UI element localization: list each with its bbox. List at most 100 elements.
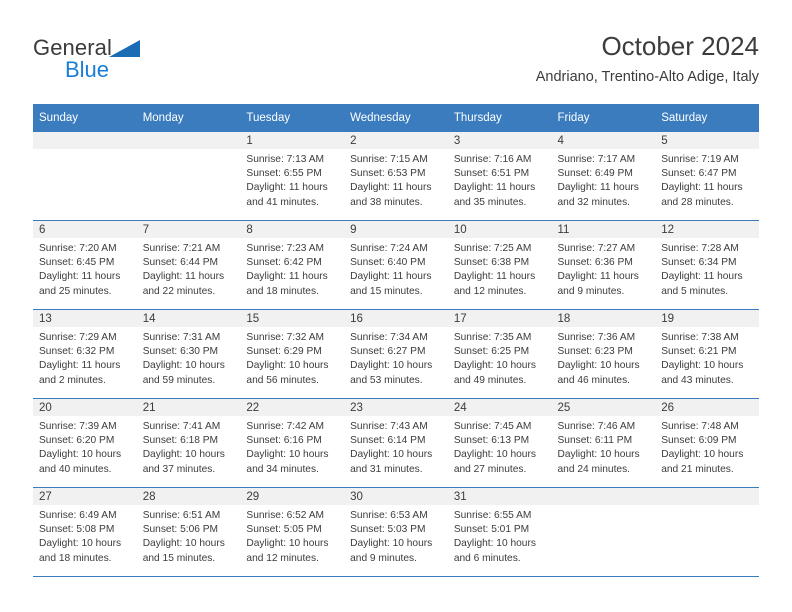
- calendar-day-cell[interactable]: 8 Sunrise: 7:23 AM Sunset: 6:42 PM Daylight…: [240, 220, 345, 310]
- daylight-text-line1: Daylight: 10 hours: [39, 449, 122, 461]
- calendar-day-cell[interactable]: 30 Sunrise: 6:53 AM Sunset: 5:03 PM Dayligh…: [344, 487, 448, 577]
- sunrise-text: Sunrise: 6:55 AM: [453, 510, 532, 521]
- day-cell-details: Sunrise: 7:25 AM Sunset: 6:38 PM Daylight:…: [448, 238, 552, 299]
- daylight-text-line1: Daylight: 11 hours: [350, 182, 432, 194]
- day-cell-inner: 26 Sunrise: 7:48 AM Sunset: 6:09 PM Dayligh…: [655, 399, 759, 487]
- sunrise-text: Sunrise: 7:48 AM: [661, 421, 739, 432]
- calendar-day-cell[interactable]: 18 Sunrise: 7:36 AM Sunset: 6:23 PM Dayligh…: [551, 309, 656, 399]
- calendar-day-cell[interactable]: 2 Sunrise: 7:15 AM Sunset: 6:53 PM Daylight…: [344, 132, 448, 221]
- day-cell-inner: 4 Sunrise: 7:17 AM Sunset: 6:49 PM Daylight…: [551, 132, 656, 220]
- calendar-day-cell[interactable]: 31 Sunrise: 6:55 AM Sunset: 5:01 PM Dayligh…: [447, 487, 552, 577]
- brand-logo[interactable]: General Blue: [33, 35, 213, 93]
- calendar-day-cell[interactable]: 24 Sunrise: 7:45 AM Sunset: 6:13 PM Dayligh…: [447, 398, 552, 488]
- calendar-day-cell[interactable]: 29 Sunrise: 6:52 AM Sunset: 5:05 PM Dayligh…: [240, 487, 345, 577]
- calendar-cell-empty: [33, 132, 137, 221]
- sunset-text: Sunset: 6:09 PM: [661, 435, 737, 447]
- page-header: General Blue October 2024 Andriano, Tren…: [33, 30, 759, 98]
- calendar-day-cell[interactable]: 28 Sunrise: 6:51 AM Sunset: 5:06 PM Dayligh…: [136, 487, 241, 577]
- daylight-text-line1: Daylight: 10 hours: [350, 360, 433, 372]
- daylight-text-line1: Daylight: 11 hours: [453, 271, 536, 283]
- calendar-day-cell[interactable]: 26 Sunrise: 7:48 AM Sunset: 6:09 PM Dayligh…: [655, 398, 759, 488]
- day-cell-inner: 25 Sunrise: 7:46 AM Sunset: 6:11 PM Dayligh…: [551, 399, 656, 487]
- daylight-text-line2: and 40 minutes.: [39, 463, 112, 475]
- sunrise-text: Sunrise: 7:29 AM: [39, 332, 117, 343]
- calendar-day-cell[interactable]: 6 Sunrise: 7:20 AM Sunset: 6:45 PM Daylight…: [33, 220, 137, 310]
- calendar-day-cell[interactable]: 3 Sunrise: 7:16 AM Sunset: 6:51 PM Daylight…: [447, 132, 552, 221]
- calendar-day-cell[interactable]: 20 Sunrise: 7:39 AM Sunset: 6:20 PM Dayligh…: [33, 398, 137, 488]
- day-number: 14: [136, 310, 241, 327]
- day-cell-inner: 13 Sunrise: 7:29 AM Sunset: 6:32 PM Dayligh…: [33, 310, 137, 398]
- calendar-day-cell[interactable]: 14 Sunrise: 7:31 AM Sunset: 6:30 PM Dayligh…: [136, 309, 241, 399]
- day-cell-details: Sunrise: 6:49 AM Sunset: 5:08 PM Daylight:…: [33, 505, 137, 566]
- sunset-text: Sunset: 6:21 PM: [661, 346, 737, 358]
- daylight-text-line2: and 6 minutes.: [453, 552, 521, 564]
- sunset-text: Sunset: 5:05 PM: [246, 524, 322, 536]
- calendar-day-cell[interactable]: 4 Sunrise: 7:17 AM Sunset: 6:49 PM Daylight…: [551, 132, 656, 221]
- day-number: 30: [344, 488, 448, 505]
- calendar-day-cell[interactable]: 27 Sunrise: 6:49 AM Sunset: 5:08 PM Dayligh…: [33, 487, 137, 577]
- day-cell-details: Sunrise: 7:45 AM Sunset: 6:13 PM Daylight:…: [448, 416, 552, 477]
- daylight-text-line1: Daylight: 11 hours: [246, 271, 328, 283]
- page-subtitle: Andriano, Trentino-Alto Adige, Italy: [535, 69, 759, 85]
- daylight-text-line1: Daylight: 10 hours: [142, 449, 225, 461]
- day-cell-details: Sunrise: 7:13 AM Sunset: 6:55 PM Daylight:…: [240, 149, 344, 210]
- day-cell-inner: [551, 488, 656, 576]
- day-cell-details: Sunrise: 6:53 AM Sunset: 5:03 PM Daylight:…: [344, 505, 448, 566]
- day-cell-inner: 19 Sunrise: 7:38 AM Sunset: 6:21 PM Dayligh…: [655, 310, 759, 398]
- day-number: [136, 132, 241, 149]
- day-cell-details: Sunrise: 7:29 AM Sunset: 6:32 PM Daylight:…: [33, 327, 137, 388]
- brand-name-blue: Blue: [65, 57, 110, 82]
- day-cell-inner: 23 Sunrise: 7:43 AM Sunset: 6:14 PM Dayligh…: [344, 399, 448, 487]
- day-cell-inner: 24 Sunrise: 7:45 AM Sunset: 6:13 PM Dayligh…: [447, 399, 552, 487]
- sunset-text: Sunset: 5:08 PM: [39, 524, 115, 536]
- day-number: 27: [33, 488, 137, 505]
- calendar-day-cell[interactable]: 21 Sunrise: 7:41 AM Sunset: 6:18 PM Dayligh…: [136, 398, 241, 488]
- day-number: 17: [447, 310, 552, 327]
- calendar-day-cell[interactable]: 22 Sunrise: 7:42 AM Sunset: 6:16 PM Dayligh…: [240, 398, 345, 488]
- calendar-day-cell[interactable]: 25 Sunrise: 7:46 AM Sunset: 6:11 PM Dayligh…: [551, 398, 656, 488]
- sunset-text: Sunset: 6:18 PM: [142, 435, 219, 447]
- day-cell-details: Sunrise: 7:32 AM Sunset: 6:29 PM Daylight:…: [240, 327, 344, 388]
- day-number: 25: [551, 399, 656, 416]
- daylight-text-line2: and 24 minutes.: [557, 463, 631, 475]
- sunset-text: Sunset: 6:42 PM: [246, 257, 322, 269]
- day-cell-details: Sunrise: 6:52 AM Sunset: 5:05 PM Daylight:…: [240, 505, 344, 566]
- sunrise-text: Sunrise: 7:32 AM: [246, 332, 324, 343]
- calendar-day-cell[interactable]: 10 Sunrise: 7:25 AM Sunset: 6:38 PM Dayligh…: [447, 220, 552, 310]
- calendar-day-cell[interactable]: 7 Sunrise: 7:21 AM Sunset: 6:44 PM Daylight…: [136, 220, 241, 310]
- sunset-text: Sunset: 6:13 PM: [453, 435, 530, 447]
- daylight-text-line2: and 9 minutes.: [557, 285, 625, 297]
- day-number: 8: [240, 221, 345, 238]
- calendar-day-cell[interactable]: 16 Sunrise: 7:34 AM Sunset: 6:27 PM Dayligh…: [344, 309, 448, 399]
- calendar-day-cell[interactable]: 12 Sunrise: 7:28 AM Sunset: 6:34 PM Dayligh…: [655, 220, 759, 310]
- calendar-day-cell[interactable]: 23 Sunrise: 7:43 AM Sunset: 6:14 PM Dayligh…: [344, 398, 448, 488]
- sunrise-text: Sunrise: 7:46 AM: [557, 421, 636, 432]
- daylight-text-line1: Daylight: 10 hours: [453, 360, 536, 372]
- calendar-day-cell[interactable]: 9 Sunrise: 7:24 AM Sunset: 6:40 PM Daylight…: [344, 220, 448, 310]
- day-number: 5: [655, 132, 759, 149]
- page-title: October 2024: [601, 31, 759, 61]
- daylight-text-line2: and 12 minutes.: [246, 552, 319, 564]
- day-cell-inner: [136, 132, 241, 220]
- day-cell-details: Sunrise: 6:55 AM Sunset: 5:01 PM Daylight:…: [448, 505, 552, 566]
- daylight-text-line2: and 2 minutes.: [39, 374, 106, 386]
- daylight-text-line2: and 5 minutes.: [661, 285, 729, 297]
- daylight-text-line1: Daylight: 11 hours: [661, 182, 743, 194]
- sunset-text: Sunset: 5:01 PM: [453, 524, 530, 536]
- calendar-day-cell[interactable]: 19 Sunrise: 7:38 AM Sunset: 6:21 PM Dayligh…: [655, 309, 759, 399]
- daylight-text-line1: Daylight: 10 hours: [557, 449, 640, 461]
- weekday-header-friday: Friday: [551, 104, 656, 132]
- day-number: 24: [447, 399, 552, 416]
- sunrise-text: Sunrise: 7:23 AM: [246, 243, 324, 254]
- calendar-day-cell[interactable]: 17 Sunrise: 7:35 AM Sunset: 6:25 PM Dayligh…: [447, 309, 552, 399]
- calendar-day-cell[interactable]: 1 Sunrise: 7:13 AM Sunset: 6:55 PM Daylight…: [240, 132, 345, 221]
- calendar-week-row: 27 Sunrise: 6:49 AM Sunset: 5:08 PM Dayligh…: [33, 487, 759, 577]
- day-cell-inner: 5 Sunrise: 7:19 AM Sunset: 6:47 PM Daylight…: [655, 132, 759, 220]
- calendar-day-cell[interactable]: 13 Sunrise: 7:29 AM Sunset: 6:32 PM Dayligh…: [33, 309, 137, 399]
- day-cell-details: Sunrise: 7:48 AM Sunset: 6:09 PM Daylight:…: [655, 416, 759, 477]
- calendar-day-cell[interactable]: 11 Sunrise: 7:27 AM Sunset: 6:36 PM Dayligh…: [551, 220, 656, 310]
- calendar-day-cell[interactable]: 15 Sunrise: 7:32 AM Sunset: 6:29 PM Dayligh…: [240, 309, 345, 399]
- sunrise-text: Sunrise: 7:38 AM: [661, 332, 739, 343]
- weekday-header-thursday: Thursday: [447, 104, 552, 132]
- calendar-day-cell[interactable]: 5 Sunrise: 7:19 AM Sunset: 6:47 PM Daylight…: [655, 132, 759, 221]
